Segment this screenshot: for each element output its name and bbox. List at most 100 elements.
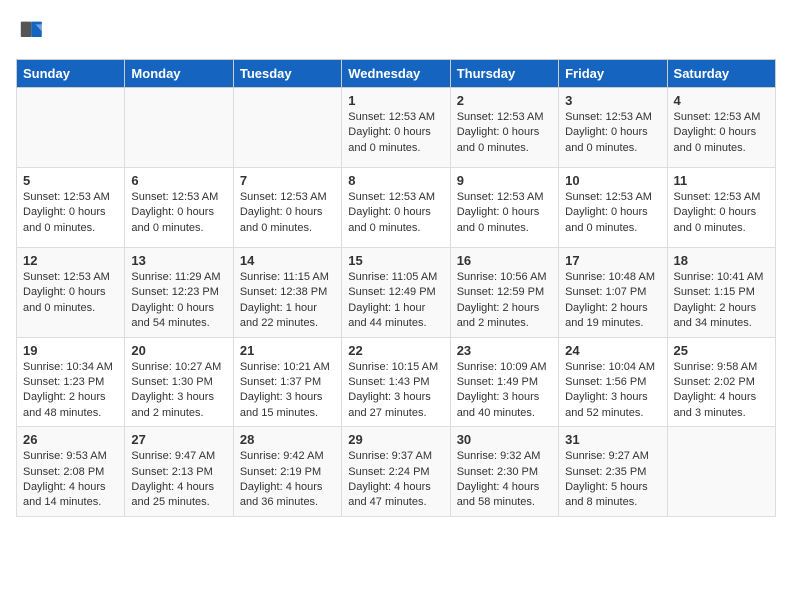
day-number: 19 <box>23 343 118 358</box>
calendar-header-row: SundayMondayTuesdayWednesdayThursdayFrid… <box>17 60 776 88</box>
day-number: 24 <box>565 343 660 358</box>
calendar-cell: 26 Sunrise: 9:53 AM Sunset: 2:08 PM Dayli… <box>17 427 125 517</box>
day-content: Sunset: 12:53 AM Daylight: 0 hours and 0… <box>23 190 118 236</box>
calendar-week-row: 5 Sunset: 12:53 AM Daylight: 0 hours and … <box>17 168 776 248</box>
day-number: 11 <box>674 173 769 188</box>
day-number: 25 <box>674 343 769 358</box>
calendar-cell: 3Sunset: 12:53 AM Daylight: 0 hours and … <box>559 88 667 168</box>
calendar-cell: 31 Sunrise: 9:27 AM Sunset: 2:35 PM Dayli… <box>559 427 667 517</box>
day-number: 26 <box>23 432 118 447</box>
day-number: 13 <box>131 253 226 268</box>
day-content: Sunrise: 10:27 AM Sunset: 1:30 PM Daylig… <box>131 360 226 422</box>
day-content: Sunrise: 10:56 AM Sunset: 12:59 PM Dayli… <box>457 270 552 332</box>
day-header-tuesday: Tuesday <box>233 60 341 88</box>
calendar-cell: 7 Sunset: 12:53 AM Daylight: 0 hours and … <box>233 168 341 248</box>
day-content: Sunset: 12:53 AM Daylight: 0 hours and 0… <box>565 190 660 236</box>
day-number: 23 <box>457 343 552 358</box>
day-number: 30 <box>457 432 552 447</box>
day-content: Sunset: 12:53 AM Daylight: 0 hours and 0… <box>674 190 769 236</box>
calendar-cell: 23 Sunrise: 10:09 AM Sunset: 1:49 PM Dayl… <box>450 337 558 427</box>
day-content: Sunrise: 9:58 AM Sunset: 2:02 PM Dayligh… <box>674 360 769 422</box>
calendar-cell: 25 Sunrise: 9:58 AM Sunset: 2:02 PM Dayli… <box>667 337 775 427</box>
day-header-monday: Monday <box>125 60 233 88</box>
calendar-cell: 12Sunset: 12:53 AM Daylight: 0 hours and… <box>17 248 125 338</box>
day-header-sunday: Sunday <box>17 60 125 88</box>
day-number: 9 <box>457 173 552 188</box>
day-number: 14 <box>240 253 335 268</box>
logo-icon <box>18 16 46 44</box>
day-content: Sunrise: 10:09 AM Sunset: 1:49 PM Daylig… <box>457 360 552 422</box>
calendar-cell: 14 Sunrise: 11:15 AM Sunset: 12:38 PM Day… <box>233 248 341 338</box>
calendar-cell <box>233 88 341 168</box>
calendar-cell: 8 Sunset: 12:53 AM Daylight: 0 hours and … <box>342 168 450 248</box>
day-number: 29 <box>348 432 443 447</box>
day-content: Sunrise: 10:04 AM Sunset: 1:56 PM Daylig… <box>565 360 660 422</box>
day-number: 28 <box>240 432 335 447</box>
day-header-friday: Friday <box>559 60 667 88</box>
day-number: 5 <box>23 173 118 188</box>
calendar-cell: 17Sunrise: 10:48 AM Sunset: 1:07 PM Dayl… <box>559 248 667 338</box>
day-number: 22 <box>348 343 443 358</box>
calendar-cell: 19 Sunrise: 10:34 AM Sunset: 1:23 PM Dayl… <box>17 337 125 427</box>
day-content: Sunrise: 9:42 AM Sunset: 2:19 PM Dayligh… <box>240 449 335 511</box>
day-number: 7 <box>240 173 335 188</box>
calendar-cell: 24 Sunrise: 10:04 AM Sunset: 1:56 PM Dayl… <box>559 337 667 427</box>
day-header-wednesday: Wednesday <box>342 60 450 88</box>
calendar-cell: 11 Sunset: 12:53 AM Daylight: 0 hours and… <box>667 168 775 248</box>
day-number: 2 <box>457 93 552 108</box>
calendar-week-row: 19 Sunrise: 10:34 AM Sunset: 1:23 PM Dayl… <box>17 337 776 427</box>
day-content: Sunset: 12:53 AM Daylight: 0 hours and 0… <box>240 190 335 236</box>
day-number: 31 <box>565 432 660 447</box>
day-content: Sunset: 12:53 AM Daylight: 0 hours and 0… <box>674 110 769 156</box>
calendar-week-row: 12Sunset: 12:53 AM Daylight: 0 hours and… <box>17 248 776 338</box>
day-content: Sunrise: 9:47 AM Sunset: 2:13 PM Dayligh… <box>131 449 226 511</box>
calendar-cell: 15 Sunrise: 11:05 AM Sunset: 12:49 PM Day… <box>342 248 450 338</box>
logo <box>16 16 46 49</box>
calendar-table: SundayMondayTuesdayWednesdayThursdayFrid… <box>16 59 776 517</box>
day-content: Sunrise: 11:15 AM Sunset: 12:38 PM Dayli… <box>240 270 335 332</box>
day-number: 27 <box>131 432 226 447</box>
calendar-week-row: 1Sunset: 12:53 AM Daylight: 0 hours and … <box>17 88 776 168</box>
day-content: Sunset: 12:53 AM Daylight: 0 hours and 0… <box>565 110 660 156</box>
calendar-cell: 10 Sunset: 12:53 AM Daylight: 0 hours and… <box>559 168 667 248</box>
calendar-cell: 9 Sunset: 12:53 AM Daylight: 0 hours and … <box>450 168 558 248</box>
calendar-cell: 2 Sunset: 12:53 AM Daylight: 0 hours and … <box>450 88 558 168</box>
calendar-week-row: 26 Sunrise: 9:53 AM Sunset: 2:08 PM Dayli… <box>17 427 776 517</box>
day-header-saturday: Saturday <box>667 60 775 88</box>
day-number: 15 <box>348 253 443 268</box>
day-number: 20 <box>131 343 226 358</box>
calendar-cell: 29Sunrise: 9:37 AM Sunset: 2:24 PM Dayli… <box>342 427 450 517</box>
day-content: Sunrise: 9:32 AM Sunset: 2:30 PM Dayligh… <box>457 449 552 511</box>
calendar-cell <box>125 88 233 168</box>
calendar-cell: 4Sunset: 12:53 AM Daylight: 0 hours and … <box>667 88 775 168</box>
day-content: Sunrise: 9:53 AM Sunset: 2:08 PM Dayligh… <box>23 449 118 511</box>
day-content: Sunrise: 10:15 AM Sunset: 1:43 PM Daylig… <box>348 360 443 422</box>
calendar-cell: 21Sunrise: 10:21 AM Sunset: 1:37 PM Dayl… <box>233 337 341 427</box>
day-content: Sunset: 12:53 AM Daylight: 0 hours and 0… <box>348 110 443 156</box>
calendar-cell: 30 Sunrise: 9:32 AM Sunset: 2:30 PM Dayli… <box>450 427 558 517</box>
calendar-cell: 18 Sunrise: 10:41 AM Sunset: 1:15 PM Dayl… <box>667 248 775 338</box>
calendar-cell: 20 Sunrise: 10:27 AM Sunset: 1:30 PM Dayl… <box>125 337 233 427</box>
day-content: Sunset: 12:53 AM Daylight: 0 hours and 0… <box>457 110 552 156</box>
day-number: 18 <box>674 253 769 268</box>
day-content: Sunset: 12:53 AM Daylight: 0 hours and 0… <box>457 190 552 236</box>
day-content: Sunset: 12:53 AM Daylight: 0 hours and 0… <box>131 190 226 236</box>
day-content: Sunset: 12:53 AM Daylight: 0 hours and 0… <box>23 270 118 316</box>
day-content: Sunrise: 10:34 AM Sunset: 1:23 PM Daylig… <box>23 360 118 422</box>
day-number: 8 <box>348 173 443 188</box>
day-header-thursday: Thursday <box>450 60 558 88</box>
calendar-cell: 16 Sunrise: 10:56 AM Sunset: 12:59 PM Day… <box>450 248 558 338</box>
day-content: Sunrise: 9:27 AM Sunset: 2:35 PM Dayligh… <box>565 449 660 511</box>
day-content: Sunrise: 11:29 AM Sunset: 12:23 PM Dayli… <box>131 270 226 332</box>
calendar-cell: 6Sunset: 12:53 AM Daylight: 0 hours and … <box>125 168 233 248</box>
page-header <box>16 16 776 49</box>
calendar-cell: 22 Sunrise: 10:15 AM Sunset: 1:43 PM Dayl… <box>342 337 450 427</box>
day-number: 10 <box>565 173 660 188</box>
day-number: 16 <box>457 253 552 268</box>
day-content: Sunrise: 10:41 AM Sunset: 1:15 PM Daylig… <box>674 270 769 332</box>
day-content: Sunset: 12:53 AM Daylight: 0 hours and 0… <box>348 190 443 236</box>
calendar-cell: 27 Sunrise: 9:47 AM Sunset: 2:13 PM Dayli… <box>125 427 233 517</box>
day-content: Sunrise: 11:05 AM Sunset: 12:49 PM Dayli… <box>348 270 443 332</box>
day-number: 21 <box>240 343 335 358</box>
day-content: Sunrise: 10:48 AM Sunset: 1:07 PM Daylig… <box>565 270 660 332</box>
